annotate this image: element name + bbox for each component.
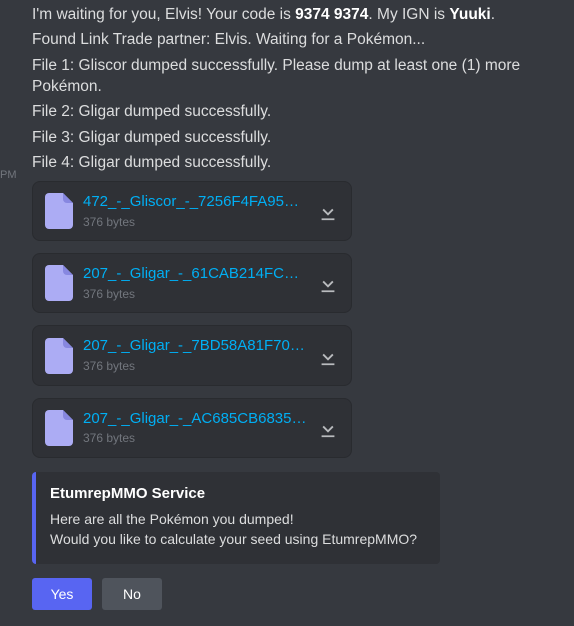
no-button[interactable]: No [102, 578, 162, 610]
file-name-link[interactable]: 472_-_Gliscor_-_7256F4FA95A1.pa8 [83, 192, 307, 213]
message-line: File 1: Gliscor dumped successfully. Ple… [32, 55, 558, 98]
ign-name: Yuuki [449, 6, 490, 23]
text: I'm waiting for you, Elvis! Your code is [32, 6, 295, 23]
file-name-link[interactable]: 207_-_Gligar_-_7BD58A81F703.pa8 [83, 336, 307, 357]
file-meta: 472_-_Gliscor_-_7256F4FA95A1.pa8 376 byt… [83, 192, 307, 230]
file-meta: 207_-_Gligar_-_7BD58A81F703.pa8 376 byte… [83, 336, 307, 374]
text: . My IGN is [368, 6, 449, 23]
message-line: Found Link Trade partner: Elvis. Waiting… [32, 29, 558, 50]
trade-code: 9374 9374 [295, 6, 368, 23]
text: Would you like to calculate your seed us… [50, 531, 417, 547]
button-row: Yes No [32, 578, 558, 610]
download-icon[interactable] [317, 345, 339, 367]
text: . [491, 6, 495, 23]
embed-description: Here are all the Pokémon you dumped! Wou… [50, 510, 426, 549]
attachments-list: 472_-_Gliscor_-_7256F4FA95A1.pa8 376 byt… [32, 181, 558, 458]
message-line: File 2: Gligar dumped successfully. [32, 101, 558, 122]
embed-card: EtumrepMMO Service Here are all the Poké… [32, 472, 440, 564]
file-meta: 207_-_Gligar_-_AC685CB68359.pa8 376 byte… [83, 409, 307, 447]
message-line: File 3: Gligar dumped successfully. [32, 127, 558, 148]
message-line: File 4: Gligar dumped successfully. [32, 152, 558, 173]
file-size: 376 bytes [83, 430, 307, 447]
file-attachment: 472_-_Gliscor_-_7256F4FA95A1.pa8 376 byt… [32, 181, 352, 241]
file-attachment: 207_-_Gligar_-_61CAB214FCF3.pa8 376 byte… [32, 253, 352, 313]
file-icon [45, 265, 73, 301]
file-name-link[interactable]: 207_-_Gligar_-_AC685CB68359.pa8 [83, 409, 307, 430]
file-icon [45, 193, 73, 229]
file-attachment: 207_-_Gligar_-_7BD58A81F703.pa8 376 byte… [32, 325, 352, 385]
file-name-link[interactable]: 207_-_Gligar_-_61CAB214FCF3.pa8 [83, 264, 307, 285]
message-content: I'm waiting for you, Elvis! Your code is… [16, 0, 574, 626]
file-size: 376 bytes [83, 286, 307, 303]
message-line: I'm waiting for you, Elvis! Your code is… [32, 4, 558, 25]
embed-title: EtumrepMMO Service [50, 484, 426, 505]
file-attachment: 207_-_Gligar_-_AC685CB68359.pa8 376 byte… [32, 398, 352, 458]
file-size: 376 bytes [83, 358, 307, 375]
file-size: 376 bytes [83, 214, 307, 231]
download-icon[interactable] [317, 417, 339, 439]
timestamp: PM [0, 168, 17, 183]
file-meta: 207_-_Gligar_-_61CAB214FCF3.pa8 376 byte… [83, 264, 307, 302]
file-icon [45, 338, 73, 374]
download-icon[interactable] [317, 200, 339, 222]
yes-button[interactable]: Yes [32, 578, 92, 610]
text: Here are all the Pokémon you dumped! [50, 511, 294, 527]
file-icon [45, 410, 73, 446]
download-icon[interactable] [317, 272, 339, 294]
